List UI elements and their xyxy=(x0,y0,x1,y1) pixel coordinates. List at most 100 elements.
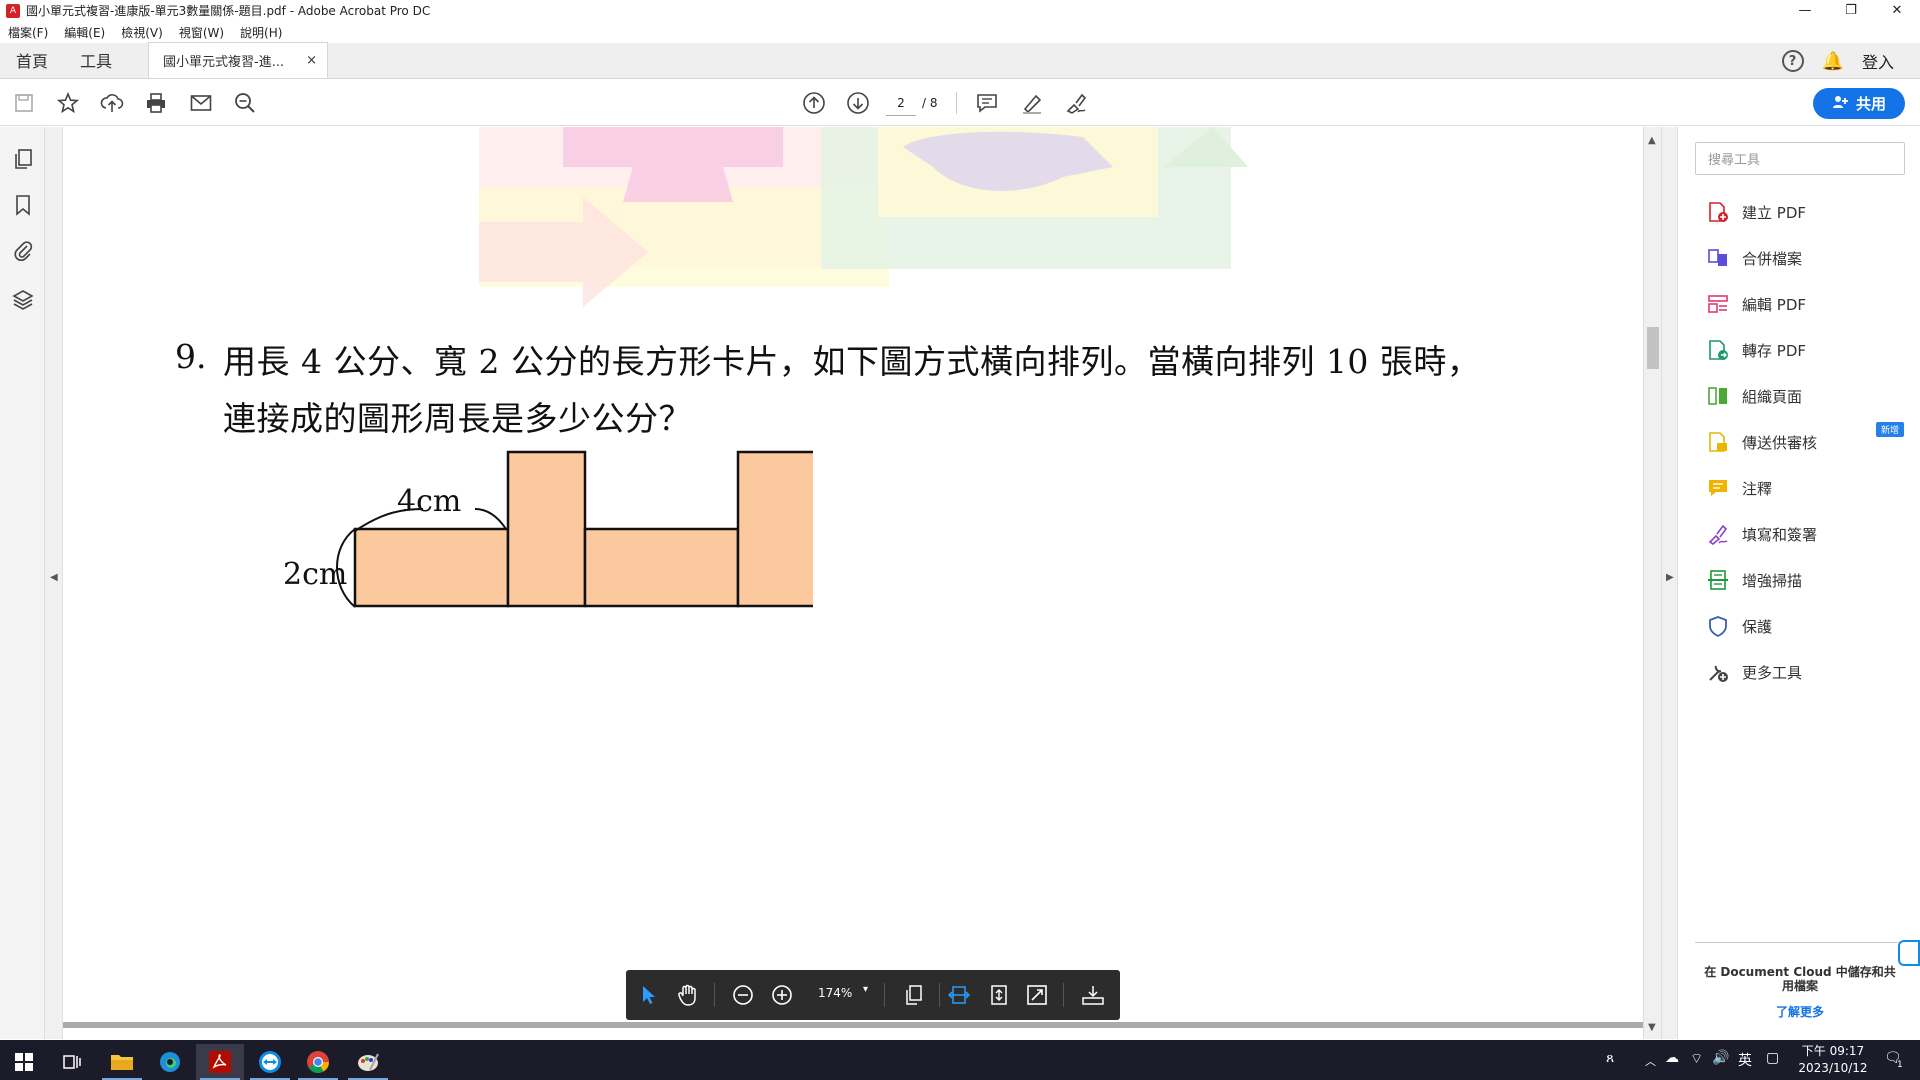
scrollbar-thumb[interactable] xyxy=(1647,327,1659,369)
tool-fill-and-sign[interactable]: 填寫和簽署 xyxy=(1706,521,1817,547)
tool-enhance-scan[interactable]: 增強掃描 xyxy=(1706,567,1802,593)
input-language-indicator[interactable]: 英 xyxy=(1738,1050,1752,1070)
zoom-out-icon[interactable] xyxy=(730,982,756,1008)
search-tools-input[interactable]: 搜尋工具 xyxy=(1695,142,1905,175)
acrobat-app-icon: A xyxy=(6,3,20,18)
protect-icon xyxy=(1706,614,1730,638)
hand-tool-icon[interactable] xyxy=(675,982,701,1008)
network-icon[interactable]: ⌔ xyxy=(1690,1050,1703,1068)
full-screen-icon[interactable] xyxy=(1024,982,1050,1008)
menu-file[interactable]: 檔案(F) xyxy=(0,24,56,41)
floatbar-divider xyxy=(714,983,715,1007)
print-icon[interactable] xyxy=(138,80,174,126)
layers-icon[interactable] xyxy=(11,287,35,311)
floatbar-divider xyxy=(1063,983,1064,1007)
tool-create-pdf[interactable]: 建立 PDF xyxy=(1706,199,1806,225)
task-view-icon[interactable] xyxy=(48,1044,96,1080)
bookmarks-icon[interactable] xyxy=(11,193,35,217)
tool-more-tools[interactable]: 更多工具 xyxy=(1706,659,1802,685)
show-hidden-icons-icon[interactable]: ︿ xyxy=(1645,1053,1656,1069)
edge-browser-icon[interactable] xyxy=(146,1044,194,1080)
tool-send-for-review[interactable]: 傳送供審核 xyxy=(1706,429,1817,455)
file-explorer-icon[interactable] xyxy=(98,1044,146,1080)
menu-edit[interactable]: 編輯(E) xyxy=(56,24,113,41)
tab-home[interactable]: 首頁 xyxy=(0,42,64,78)
collapse-left-panel-handle[interactable]: ◀ xyxy=(45,127,63,1039)
combine-files-icon xyxy=(1706,246,1730,270)
ime-mode-icon[interactable]: ▢ xyxy=(1766,1050,1779,1066)
scroll-up-icon[interactable]: ▲ xyxy=(1648,135,1656,146)
page-thumbnails-icon[interactable] xyxy=(11,147,35,171)
maximize-button[interactable]: ❐ xyxy=(1828,0,1874,21)
paint-app-icon[interactable] xyxy=(344,1044,392,1080)
tool-combine-files[interactable]: 合併檔案 xyxy=(1706,245,1802,271)
page-total-label: / 8 xyxy=(922,96,938,110)
tool-label: 編輯 PDF xyxy=(1742,295,1806,314)
comment-tool-icon[interactable] xyxy=(969,80,1005,126)
people-icon[interactable]: ጸ xyxy=(1606,1050,1614,1066)
system-clock[interactable]: 下午 09:17 2023/10/12 xyxy=(1790,1043,1876,1077)
tool-label: 傳送供審核 xyxy=(1742,433,1818,452)
chrome-browser-icon[interactable] xyxy=(294,1044,342,1080)
share-button[interactable]: 共用 xyxy=(1813,88,1905,119)
horizontal-card-1 xyxy=(353,527,510,608)
more-tools-icon xyxy=(1706,660,1730,684)
highlight-pen-icon[interactable] xyxy=(1014,80,1050,126)
tab-document[interactable]: 國小單元式複習-進... × xyxy=(148,42,329,78)
login-link[interactable]: 登入 xyxy=(1862,49,1894,73)
page-display-icon[interactable] xyxy=(901,982,927,1008)
new-badge: 新增 xyxy=(1876,422,1905,437)
read-mode-icon[interactable] xyxy=(1080,982,1106,1008)
tool-comment[interactable]: 注釋 xyxy=(1706,475,1772,501)
tool-label: 增強掃描 xyxy=(1742,571,1803,590)
tab-tools[interactable]: 工具 xyxy=(64,42,128,78)
main-toolbar: 2 / 8 共用 xyxy=(0,80,1920,126)
fit-page-icon[interactable] xyxy=(986,982,1012,1008)
close-window-button[interactable]: ✕ xyxy=(1874,0,1920,21)
teamviewer-taskbar-icon[interactable] xyxy=(246,1044,294,1080)
notification-bell-icon[interactable]: 🔔 xyxy=(1822,51,1844,72)
learn-more-link[interactable]: 了解更多 xyxy=(1700,1003,1900,1020)
volume-icon[interactable]: 🔊 xyxy=(1712,1050,1729,1066)
zoom-search-icon[interactable] xyxy=(227,80,263,126)
onedrive-cloud-icon[interactable]: ☁ xyxy=(1665,1050,1679,1066)
page-number-input[interactable]: 2 xyxy=(886,90,916,116)
help-icon[interactable]: ? xyxy=(1781,50,1804,72)
windows-start-icon[interactable] xyxy=(0,1044,48,1080)
close-tab-icon[interactable]: × xyxy=(306,53,317,68)
tool-organize-pages[interactable]: 組織頁面 xyxy=(1706,383,1802,409)
send-review-icon xyxy=(1706,430,1730,454)
horizontal-scrollbar[interactable] xyxy=(63,1022,1643,1028)
tool-protect[interactable]: 保護 xyxy=(1706,613,1772,639)
document-viewport[interactable]: 9. 用長 4 公分、寬 2 公分的長方形卡片，如下圖方式橫向排列。當橫向排列 … xyxy=(63,127,1643,1022)
scroll-down-icon[interactable]: ▼ xyxy=(1648,1022,1656,1033)
menu-view[interactable]: 檢視(V) xyxy=(113,24,171,41)
rectangle-cards-figure: 4cm 2cm xyxy=(283,450,813,608)
upload-cloud-icon[interactable] xyxy=(94,80,130,126)
enhance-scan-icon xyxy=(1706,568,1730,592)
minimize-button[interactable]: — xyxy=(1782,0,1828,21)
tool-edit-pdf[interactable]: 編輯 PDF xyxy=(1706,291,1806,317)
collapse-right-panel-handle[interactable]: ▶ xyxy=(1661,127,1677,1039)
select-cursor-icon[interactable] xyxy=(636,982,662,1008)
left-navigation-rail xyxy=(0,127,45,1039)
email-icon[interactable] xyxy=(183,80,219,126)
menu-window[interactable]: 視窗(W) xyxy=(171,24,232,41)
attachments-icon[interactable] xyxy=(11,239,35,263)
tools-pane: 搜尋工具 建立 PDF 合併檔案 編輯 PDF 轉存 PDF 組織頁面 傳送供審… xyxy=(1677,127,1920,1039)
sign-icon[interactable] xyxy=(1058,80,1094,126)
tool-export-pdf[interactable]: 轉存 PDF xyxy=(1706,337,1806,363)
tab-document-label: 國小單元式複習-進... xyxy=(163,55,285,70)
fit-width-icon[interactable] xyxy=(946,982,972,1008)
zoom-in-icon[interactable] xyxy=(769,982,795,1008)
next-page-icon[interactable] xyxy=(840,80,876,126)
star-icon[interactable] xyxy=(50,80,86,126)
zoom-level[interactable]: 174% xyxy=(818,986,852,1000)
previous-page-icon[interactable] xyxy=(796,80,832,126)
zoom-dropdown-icon[interactable]: ▾ xyxy=(863,984,868,995)
menu-help[interactable]: 說明(H) xyxy=(232,24,290,41)
teamviewer-side-icon[interactable] xyxy=(1898,940,1920,966)
save-icon[interactable] xyxy=(6,80,42,126)
acrobat-taskbar-icon[interactable] xyxy=(196,1044,244,1080)
vertical-scrollbar[interactable]: ▲ ▼ xyxy=(1643,127,1661,1039)
